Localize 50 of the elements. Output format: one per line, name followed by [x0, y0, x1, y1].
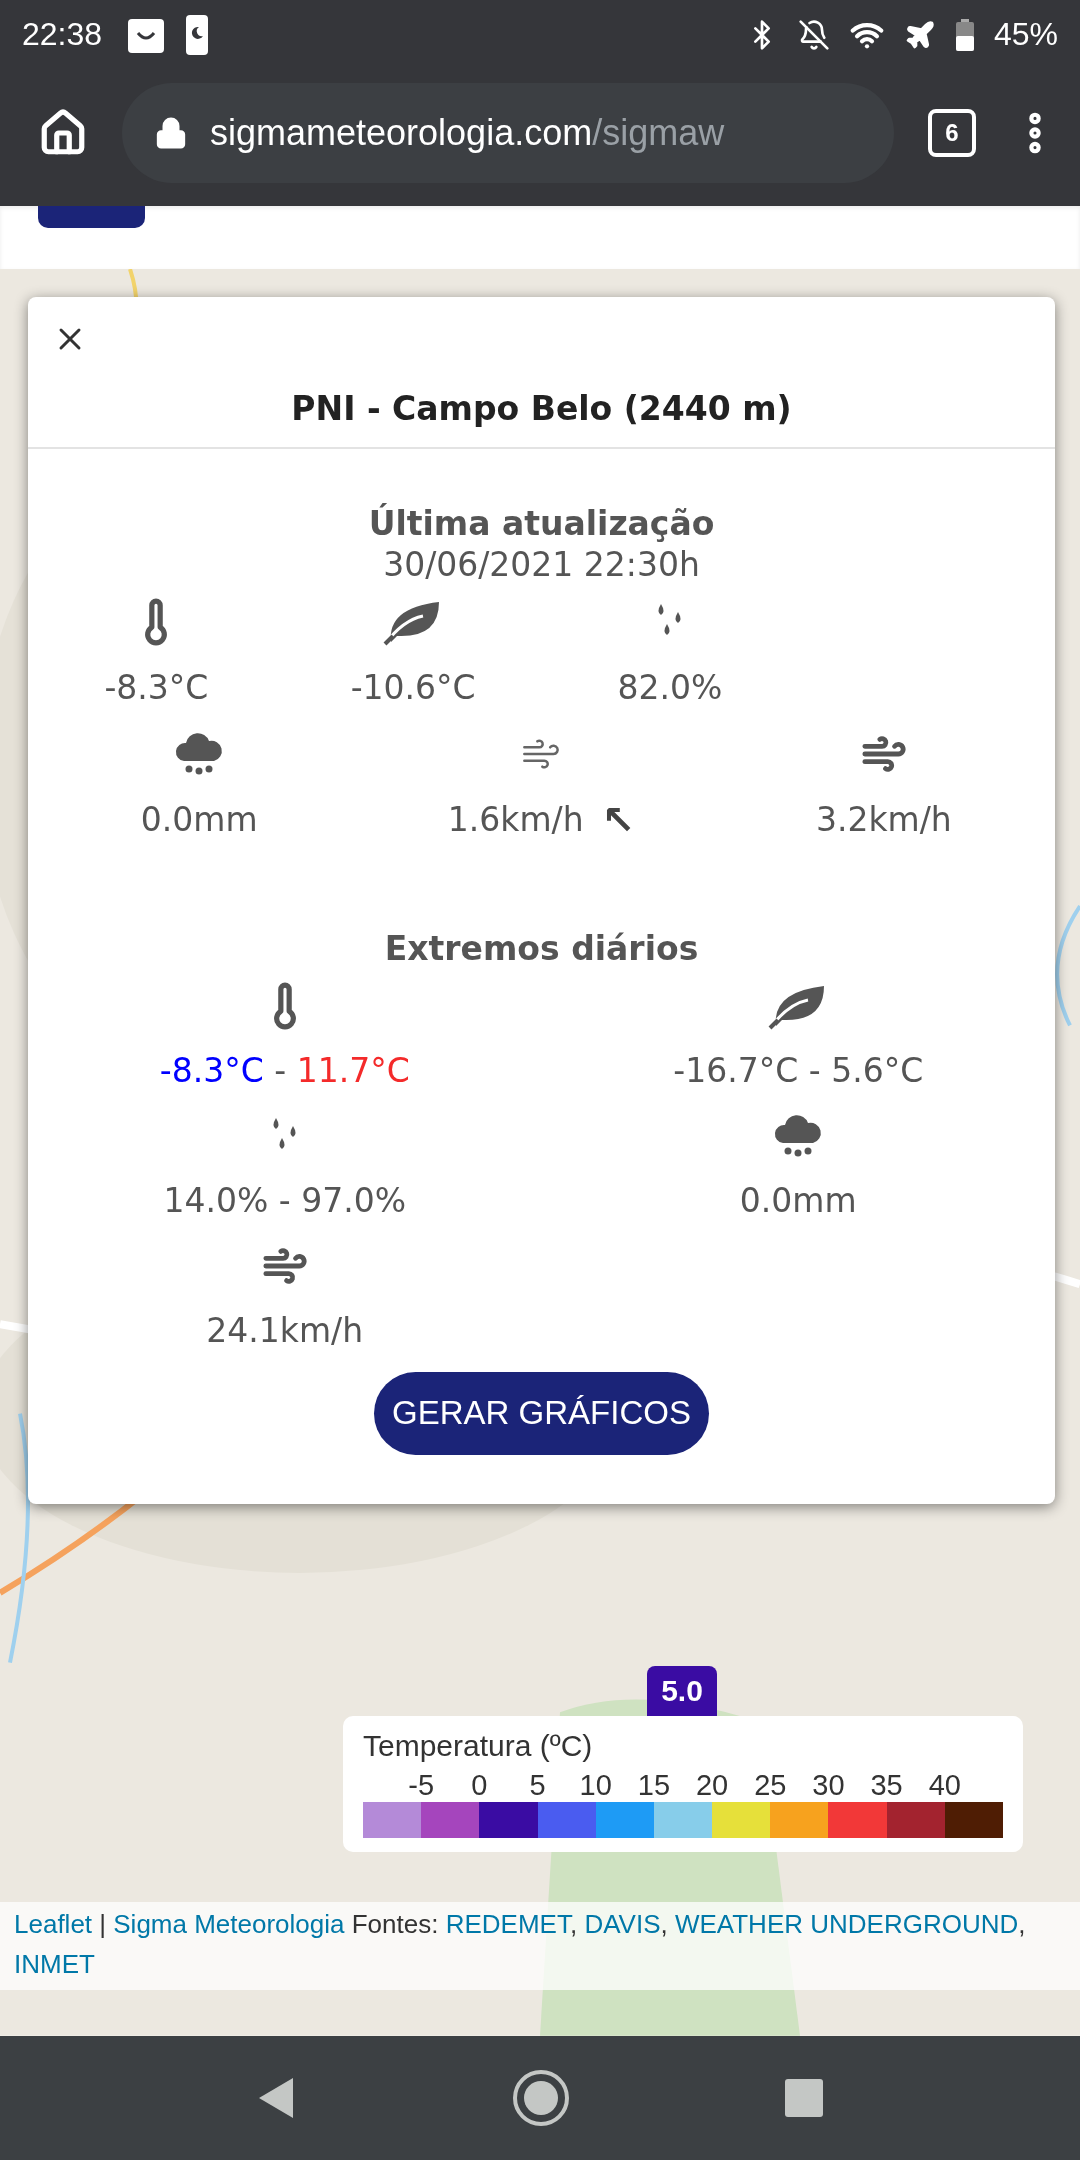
address-bar[interactable]: sigmameteorologia.com/sigmaw [122, 82, 894, 183]
reading-value: 3.2km/h [815, 800, 952, 840]
reading-value: -10.6°C [350, 668, 476, 708]
home-circle-icon[interactable] [512, 2068, 570, 2127]
reading-value: -8.3°C [104, 668, 209, 708]
extreme-value: 24.1km/h [206, 1311, 364, 1351]
legend-label: 10 [578, 1768, 613, 1802]
extreme-range: -8.3°C - 11.7°C [159, 1051, 410, 1091]
legend-label: 15 [636, 1768, 672, 1802]
extreme-range: -16.7°C - 5.6°C [673, 1051, 924, 1091]
cloud-rain-icon [773, 1112, 824, 1159]
extreme-value: 0.0mm [739, 1181, 857, 1221]
tab-count[interactable]: 6 [928, 108, 976, 157]
attribution-link[interactable]: Leaflet [14, 1908, 93, 1939]
legend-title: Temperatura (ºC) [363, 1727, 594, 1764]
bell-off-icon [797, 18, 830, 51]
battery-percentage: 45% [993, 16, 1058, 54]
legend-label: 35 [869, 1768, 904, 1802]
map-attribution: Leaflet | Sigma Meteorologia Fontes: REDEMET, DAVIS, WEATHER UNDERGROUND, INMET [0, 1901, 1080, 1990]
recents-icon[interactable] [784, 2078, 823, 2117]
battery-icon [955, 18, 974, 51]
attribution-link[interactable]: Sigma Meteorologia [113, 1908, 345, 1939]
attribution-link[interactable]: WEATHER UNDERGROUND [674, 1908, 1019, 1939]
map-marker[interactable]: 5.0 [647, 1665, 717, 1716]
legend-label: 0 [470, 1768, 489, 1802]
legend-label: 30 [811, 1768, 846, 1802]
attribution-link[interactable]: REDEMET [445, 1908, 570, 1939]
lock-icon [154, 115, 188, 150]
phone-moon-icon [186, 14, 209, 55]
attribution-link[interactable]: INMET [14, 1948, 95, 1979]
reading-value: 1.6km/h [447, 800, 584, 840]
wind-direction-arrow: ↖ [601, 796, 636, 843]
popup-title: PNI - Campo Belo (2440 m) [290, 387, 793, 430]
section-heading: Extremos diários [383, 928, 700, 969]
legend-label: 5 [528, 1768, 547, 1802]
cloud-rain-icon [174, 730, 225, 777]
legend-label: 25 [753, 1768, 788, 1802]
legend-label: -5 [407, 1768, 436, 1802]
section-heading: Última atualização [367, 503, 716, 544]
generate-charts-button[interactable]: GERAR GRÁFICOS [374, 1371, 709, 1455]
legend-label: 40 [927, 1768, 962, 1802]
attribution-link[interactable]: DAVIS [584, 1908, 661, 1939]
reading-value: 0.0mm [140, 800, 258, 840]
reading-value: 82.0% [617, 668, 723, 708]
header-button[interactable] [38, 206, 145, 229]
status-time: 22:38 [22, 16, 103, 54]
extreme-range: 14.0% - 97.0% [163, 1181, 407, 1221]
update-timestamp: 30/06/2021 22:30h [382, 543, 701, 586]
legend-label: 20 [694, 1768, 730, 1802]
url-text: sigmameteorologia.com/sigmaw [210, 111, 725, 154]
